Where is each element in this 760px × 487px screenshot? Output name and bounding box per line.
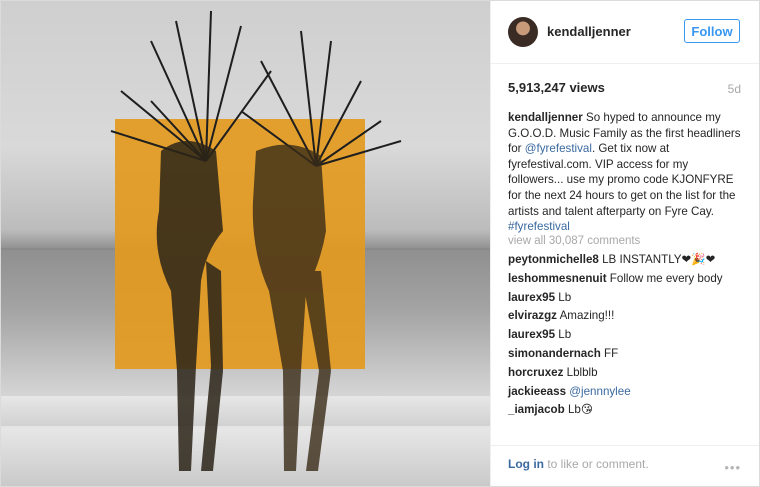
more-dots-icon[interactable]: ••• [724,460,741,475]
caption-username[interactable]: kendalljenner [508,111,583,124]
post-age: 5d [727,82,741,96]
comment-text: Lb [555,328,572,342]
comment-text: Lb [555,290,572,304]
comment-list: peytonmichelle8 LB INSTANTLY❤🎉❤ leshomme… [508,252,748,421]
comment-item: laurex95 Lb [508,290,748,309]
comment-item: peytonmichelle8 LB INSTANTLY❤🎉❤ [508,252,748,271]
comment-username[interactable]: jackieeass [508,385,566,398]
comment-text: Lblblb [563,365,598,379]
comment-item: horcruxez Lblblb [508,365,748,384]
comment-mention-link[interactable]: @jennnylee [566,385,630,398]
left-model [156,141,223,471]
comment-username[interactable]: laurex95 [508,291,555,304]
comment-item: jackieeass @jennnylee [508,384,748,403]
comment-username[interactable]: peytonmichelle8 [508,253,599,266]
follow-button[interactable]: Follow [684,19,740,43]
username[interactable]: kendalljenner [547,24,631,39]
view-count: 5,913,247 views [508,80,605,95]
caption-hashtag-link[interactable]: #fyrefestival [508,220,570,233]
avatar[interactable] [508,17,538,47]
comment-item: leshommesnenuit Follow me every body [508,271,748,290]
post-header: kendalljenner Follow [491,1,759,64]
models-silhouette [110,10,402,472]
login-prompt: Log in to like or comment. [508,457,649,471]
post-footer: Log in to like or comment. ••• [491,445,759,486]
comment-username[interactable]: simonandernach [508,347,601,360]
comment-item: simonandernach FF [508,346,748,365]
right-model [252,144,331,472]
caption-mention-link[interactable]: @fyrefestival [525,142,592,155]
comment-item: laurex95 Lb [508,327,748,346]
post-caption: kendalljenner So hyped to announce my G.… [508,110,744,235]
comment-username[interactable]: horcruxez [508,366,563,379]
comment-username[interactable]: elvirazgz [508,309,557,322]
comment-text: FF [600,346,619,360]
view-all-comments-link[interactable]: view all 30,087 comments [508,235,640,247]
comment-username[interactable]: _iamjacob [508,403,565,416]
comment-text: LB INSTANTLY❤🎉❤ [598,253,716,266]
comment-item: elvirazgz Amazing!!! [508,308,748,327]
comment-text: Lb😘 [564,403,593,417]
post-sidebar: kendalljenner Follow 5,913,247 views 5d … [490,1,759,486]
comment-item: _iamjacob Lb😘 [508,402,748,421]
comment-text: Follow me every body [606,271,723,285]
login-link[interactable]: Log in [508,457,544,471]
comment-username[interactable]: leshommesnenuit [508,272,607,285]
palm-fronds [110,10,402,167]
post-photo[interactable] [1,1,490,486]
login-prompt-text: to like or comment. [544,457,649,471]
comment-text: Amazing!!! [556,309,615,323]
instagram-post: kendalljenner Follow 5,913,247 views 5d … [0,0,760,487]
comment-username[interactable]: laurex95 [508,328,555,341]
